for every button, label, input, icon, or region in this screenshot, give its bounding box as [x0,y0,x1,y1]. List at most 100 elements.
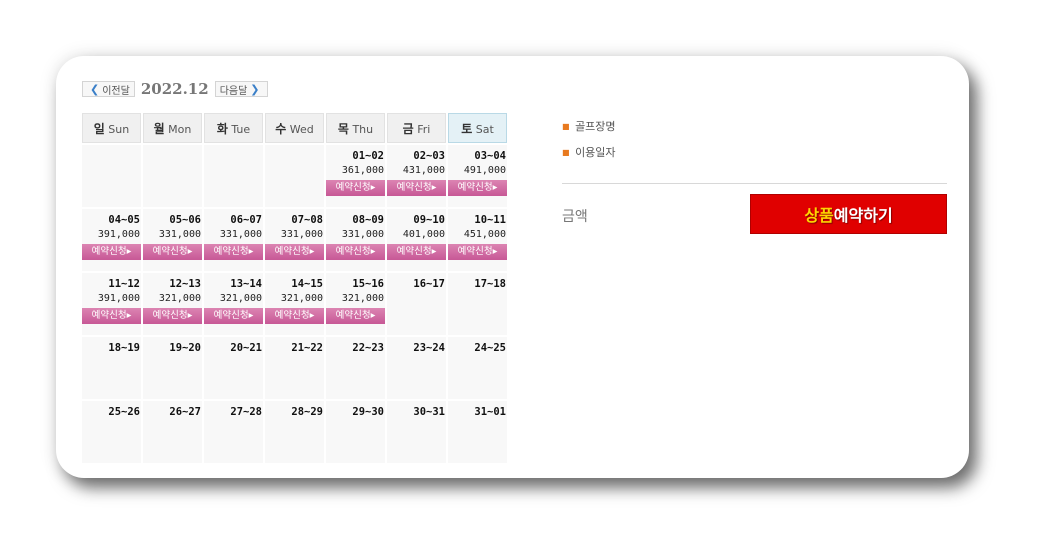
day-date: 07~08 [291,214,323,226]
day-date: 30~31 [413,406,445,418]
weekday-tue: 화 Tue [204,113,263,143]
reserve-button[interactable]: 예약신청▸ [387,180,446,196]
reserve-button[interactable]: 예약신청▸ [265,244,324,260]
day-price: 321,000 [219,293,262,304]
calendar-day: 12~13 321,000 예약신청▸ [143,273,202,335]
prev-month-button[interactable]: ❮ 이전달 [82,81,135,97]
next-month-label: 다음달 [219,85,248,97]
day-content: 19~20 [143,337,202,357]
calendar-week: 04~05 391,000 예약신청▸ 05~06 331,000 예약신청▸ 06~07 3… [82,209,507,271]
weekday-kr: 화 [216,121,228,136]
calendar-day: 01~02 361,000 예약신청▸ [326,145,385,207]
calendar-week: 25~26 26~27 27~28 28~29 29~30 30~31 31~01 [82,401,507,463]
day-content: 16~17 [387,273,446,293]
use-date-label: 이용일자 [575,146,616,159]
reserve-button[interactable]: 예약신청▸ [143,308,202,324]
day-content: 26~27 [143,401,202,421]
reserve-button[interactable]: 예약신청▸ [265,308,324,324]
calendar-day: 30~31 [387,401,446,463]
calendar-day: 13~14 321,000 예약신청▸ [204,273,263,335]
day-price: 321,000 [280,293,323,304]
reserve-button[interactable]: 예약신청▸ [204,308,263,324]
day-price: 361,000 [341,165,384,176]
day-content: 01~02 361,000 예약신청▸ [326,145,385,196]
day-content [82,145,141,150]
day-content: 03~04 491,000 예약신청▸ [448,145,507,196]
reserve-button[interactable]: 예약신청▸ [204,244,263,260]
calendar-day: 02~03 431,000 예약신청▸ [387,145,446,207]
day-price: 321,000 [158,293,201,304]
calendar-day: 16~17 [387,273,446,335]
calendar-day: 11~12 391,000 예약신청▸ [82,273,141,335]
reserve-button[interactable]: 예약신청▸ [448,244,507,260]
reserve-button[interactable]: 예약신청▸ [82,308,141,324]
weekday-header: 일 Sun 월 Mon 화 Tue 수 Wed 목 Thu 금 Fri 토 Sat [82,113,507,143]
day-date: 16~17 [413,278,445,290]
divider [562,183,947,184]
day-content: 28~29 [265,401,324,421]
reserve-button[interactable]: 예약신청▸ [82,244,141,260]
day-date: 19~20 [169,342,201,354]
calendar-day: 05~06 331,000 예약신청▸ [143,209,202,271]
calendar-week: 11~12 391,000 예약신청▸ 12~13 321,000 예약신청▸ 13~14 3… [82,273,507,335]
calendar-day [143,145,202,207]
weekday-en: Sun [108,122,130,136]
reserve-button[interactable]: 예약신청▸ [387,244,446,260]
day-content [143,145,202,150]
weekday-en: Tue [231,122,251,136]
book-product-button[interactable]: 상품 예약하기 [750,194,947,234]
weekday-kr: 토 [461,121,473,136]
day-content: 05~06 331,000 예약신청▸ [143,209,202,260]
reserve-button[interactable]: 예약신청▸ [143,244,202,260]
day-date: 29~30 [352,406,384,418]
weekday-en: Sat [475,122,494,136]
day-price: 331,000 [280,229,323,240]
day-date: 21~22 [291,342,323,354]
reserve-button[interactable]: 예약신청▸ [448,180,507,196]
calendar-day: 26~27 [143,401,202,463]
day-date: 20~21 [230,342,262,354]
day-date: 17~18 [474,278,506,290]
next-month-button[interactable]: 다음달 ❯ [214,81,268,97]
day-date: 15~16 [352,278,384,290]
calendar-day: 21~22 [265,337,324,399]
calendar-day: 27~28 [204,401,263,463]
calendar-day: 03~04 491,000 예약신청▸ [448,145,507,207]
weekday-kr: 목 [337,121,349,136]
calendar-day: 08~09 331,000 예약신청▸ [326,209,385,271]
reserve-button[interactable]: 예약신청▸ [326,308,385,324]
day-price: 321,000 [341,293,384,304]
reserve-button[interactable]: 예약신청▸ [326,244,385,260]
golf-course-row: ■ 골프장명 [562,118,947,144]
reserve-button[interactable]: 예약신청▸ [326,180,385,196]
day-price: 391,000 [97,293,140,304]
day-content: 23~24 [387,337,446,357]
weekday-mon: 월 Mon [143,113,202,143]
day-price: 431,000 [402,165,445,176]
day-date: 31~01 [474,406,506,418]
day-content: 22~23 [326,337,385,357]
day-price: 331,000 [341,229,384,240]
calendar-day: 25~26 [82,401,141,463]
day-price: 451,000 [463,229,506,240]
weekday-kr: 수 [275,121,287,136]
chevron-right-icon: ❯ [250,82,260,96]
calendar-day: 09~10 401,000 예약신청▸ [387,209,446,271]
day-date: 06~07 [230,214,262,226]
calendar-day: 07~08 331,000 예약신청▸ [265,209,324,271]
use-date-row: ■ 이용일자 [562,144,947,170]
day-price: 401,000 [402,229,445,240]
day-content [204,145,263,150]
calendar-day: 29~30 [326,401,385,463]
day-price: 331,000 [158,229,201,240]
day-date: 14~15 [291,278,323,290]
day-date: 27~28 [230,406,262,418]
calendar-day: 22~23 [326,337,385,399]
weekday-kr: 월 [153,121,165,136]
calendar-day: 15~16 321,000 예약신청▸ [326,273,385,335]
day-date: 12~13 [169,278,201,290]
calendar-grid: 일 Sun 월 Mon 화 Tue 수 Wed 목 Thu 금 Fri 토 Sat 01~0… [80,111,509,465]
day-date: 01~02 [352,150,384,162]
day-content: 30~31 [387,401,446,421]
day-content: 04~05 391,000 예약신청▸ [82,209,141,260]
